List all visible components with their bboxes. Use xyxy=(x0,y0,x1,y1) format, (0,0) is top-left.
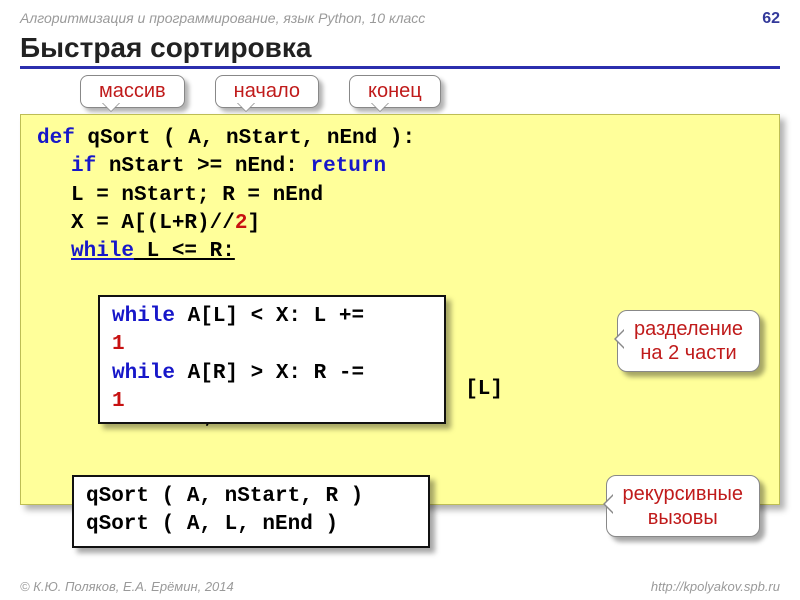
header: Алгоритмизация и программирование, язык … xyxy=(0,0,800,32)
note-partition-1: разделение xyxy=(634,317,743,341)
code-line-4c: ] xyxy=(247,212,260,235)
slide-title: Быстрая сортировка xyxy=(20,32,780,69)
inner1-l2b: A[R] > X: R -= xyxy=(175,362,364,385)
note-recursion: рекурсивные вызовы xyxy=(606,475,760,537)
note-recursion-1: рекурсивные xyxy=(623,482,743,506)
label-array: массив xyxy=(80,75,185,108)
stage: массив начало конец def qSort ( A, nStar… xyxy=(20,75,780,505)
header-text: Алгоритмизация и программирование, язык … xyxy=(20,10,425,28)
footer: © К.Ю. Поляков, Е.А. Ерёмин, 2014 http:/… xyxy=(20,579,780,594)
label-start: начало xyxy=(215,75,319,108)
inner1-l1b: A[L] < X: L += xyxy=(175,305,364,328)
code-line-4a: X = A[(L+R)// xyxy=(71,212,235,235)
footer-right: http://kpolyakov.spb.ru xyxy=(651,579,780,594)
param-labels: массив начало конец xyxy=(80,75,780,108)
inner1-n1: 1 xyxy=(112,333,125,356)
label-end: конец xyxy=(349,75,441,108)
note-partition-2: на 2 части xyxy=(634,341,743,365)
kw-if: if xyxy=(71,155,96,178)
code-line-1: qSort ( A, nStart, nEnd ): xyxy=(75,127,415,150)
inner-code-partition: while A[L] < X: L += 1 while A[R] > X: R… xyxy=(98,295,446,424)
inner2-l1: qSort ( A, nStart, R ) xyxy=(86,483,416,511)
code-line-3: L = nStart; R = nEnd xyxy=(37,182,763,210)
note-partition: разделение на 2 части xyxy=(617,310,760,372)
page-number: 62 xyxy=(762,10,780,28)
num-2: 2 xyxy=(235,212,248,235)
inner-code-recursion: qSort ( A, nStart, R ) qSort ( A, L, nEn… xyxy=(72,475,430,548)
note-recursion-2: вызовы xyxy=(623,506,743,530)
footer-left: © К.Ю. Поляков, Е.А. Ерёмин, 2014 xyxy=(20,579,234,594)
kw-while: while xyxy=(71,240,134,263)
kw-return: return xyxy=(310,155,386,178)
kw-while-2: while xyxy=(112,362,175,385)
inner2-l2: qSort ( A, L, nEnd ) xyxy=(86,511,416,539)
code-line-2: nStart >= nEnd: xyxy=(96,155,310,178)
code-line-5: L <= R: xyxy=(134,240,235,263)
kw-def: def xyxy=(37,127,75,150)
inner1-n2: 1 xyxy=(112,390,125,413)
kw-while-1: while xyxy=(112,305,175,328)
